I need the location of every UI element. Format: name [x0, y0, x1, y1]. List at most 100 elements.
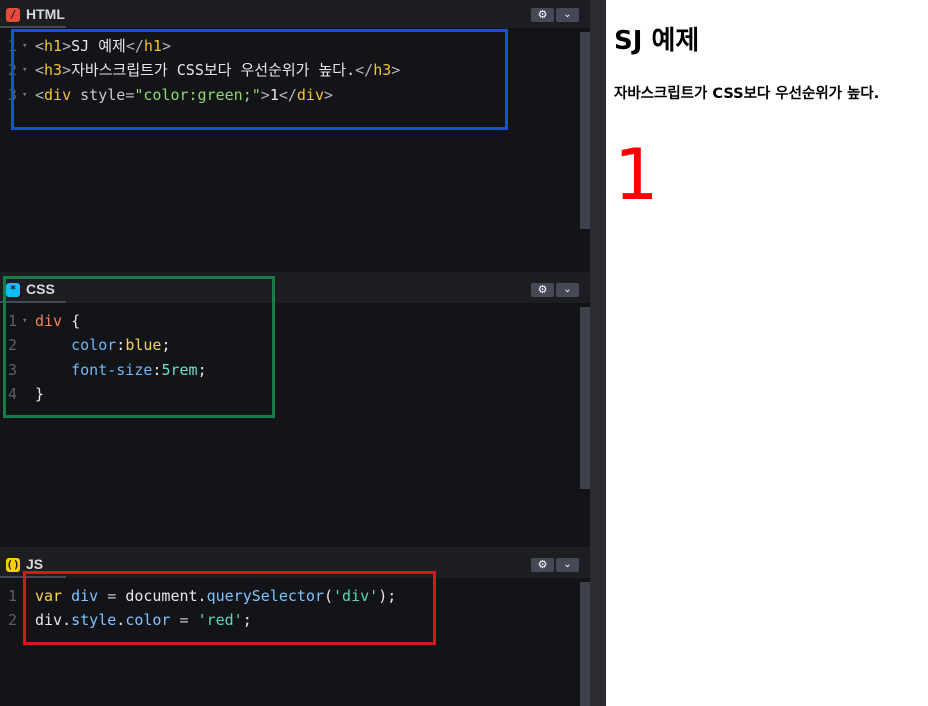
code-token: > [62, 37, 72, 55]
code-token: } [35, 385, 45, 404]
html-code-area[interactable]: 1 ▾ <h1>SJ 예제</h1> 2 ▾ <h3>자바스크립트가 CSS보다 우선순위… [0, 34, 580, 107]
line-number: 3 [8, 85, 18, 104]
code-editor: / HTML ⚙ ⌄ 1 ▾ <h1>SJ 예제</h1> 2 ▾ <h3>자바스크립트가… [0, 0, 606, 706]
code-text: <h3>자바스크립트가 CSS보다 우선순위가 높다.</h3> [22, 61, 400, 79]
html-pane-header: / HTML ⚙ ⌄ [0, 0, 590, 28]
css-settings-button[interactable]: ⚙ [531, 283, 554, 297]
code-token: </ [125, 37, 144, 55]
js-file-icon: () [6, 558, 20, 572]
code-token: h3 [373, 61, 392, 80]
code-token: "color:green;" [134, 85, 261, 104]
code-text: <div style="color:green;">1</div> [22, 86, 333, 104]
code-text: color:blue; [22, 336, 170, 354]
code-token: blue [125, 336, 162, 355]
code-token: 5rem [161, 360, 198, 379]
code-text: <h1>SJ 예제</h1> [22, 37, 171, 55]
code-token: querySelector [206, 587, 324, 605]
line-number: 1 [8, 37, 18, 55]
gear-icon: ⚙ [537, 283, 548, 296]
fold-arrow-icon[interactable]: ▾ [22, 58, 27, 82]
code-line[interactable]: 1 ▾ <h1>SJ 예제</h1> [0, 34, 580, 58]
code-line[interactable]: 2 color:blue; [0, 333, 580, 357]
code-token: font-size [71, 360, 153, 379]
preview-heading: SJ 예제 [614, 26, 700, 56]
code-line[interactable]: 3 font-size:5rem; [0, 358, 580, 382]
html-file-icon: / [6, 8, 20, 22]
preview-div: 1 [614, 134, 659, 216]
css-scrollbar[interactable] [580, 307, 590, 489]
code-text: font-size:5rem; [22, 360, 207, 379]
code-token: div [44, 85, 72, 104]
css-code-area[interactable]: 1 ▾ div {2 color:blue; 3 font-size:5rem; 4} [0, 309, 580, 407]
code-token: < [35, 61, 45, 80]
code-token: = [125, 85, 135, 104]
code-token: var [35, 587, 63, 605]
fold-arrow-icon[interactable]: ▾ [22, 83, 27, 107]
js-code-area[interactable]: 1 var div = document.querySelector('div')… [0, 584, 580, 633]
css-tab-underline [0, 301, 66, 303]
code-token: </ [355, 61, 374, 80]
code-token: div [35, 312, 63, 330]
code-token: style [71, 85, 126, 104]
code-token: color [71, 336, 117, 355]
js-pane-header: () JS ⚙ ⌄ [0, 550, 590, 578]
code-token: > [62, 61, 72, 80]
code-token: h1 [44, 37, 63, 55]
code-token: < [35, 37, 45, 55]
code-token: div. [35, 611, 72, 630]
code-text: div.style.color = 'red'; [22, 611, 252, 629]
pane-resize-handle[interactable] [590, 0, 606, 706]
code-token: 자바스크립트가 CSS보다 우선순위가 높다. [71, 61, 356, 80]
code-token: color [125, 611, 171, 630]
css-file-icon: * [6, 283, 20, 297]
html-tab-underline [0, 26, 66, 28]
code-line[interactable]: 4} [0, 382, 580, 406]
chevron-down-icon: ⌄ [563, 9, 572, 20]
gear-icon: ⚙ [537, 558, 548, 571]
line-number: 1 [8, 587, 18, 605]
code-text: div { [22, 312, 80, 330]
html-pane-title: HTML [26, 6, 65, 22]
js-scrollbar[interactable] [580, 582, 590, 706]
line-number: 2 [8, 611, 18, 630]
css-pane: * CSS ⚙ ⌄ 1 ▾ div {2 color:blue; 3 font-siz… [0, 275, 590, 547]
code-token: ; [197, 360, 207, 379]
fold-arrow-icon[interactable]: ▾ [22, 34, 27, 58]
code-line[interactable]: 1 ▾ div { [0, 309, 580, 333]
html-collapse-button[interactable]: ⌄ [556, 8, 579, 22]
chevron-down-icon: ⌄ [563, 559, 572, 570]
code-token: < [35, 85, 45, 104]
code-line[interactable]: 2 ▾ <h3>자바스크립트가 CSS보다 우선순위가 높다.</h3> [0, 58, 580, 82]
code-text: } [22, 385, 44, 403]
js-settings-button[interactable]: ⚙ [531, 558, 554, 572]
code-token: ; [242, 611, 252, 630]
code-line[interactable]: 2 div.style.color = 'red'; [0, 608, 580, 632]
code-token: div [71, 587, 99, 605]
code-token: = [170, 611, 198, 630]
code-token: h3 [44, 61, 63, 80]
code-line[interactable]: 1 var div = document.querySelector('div')… [0, 584, 580, 608]
html-settings-button[interactable]: ⚙ [531, 8, 554, 22]
css-collapse-button[interactable]: ⌄ [556, 283, 579, 297]
fold-arrow-icon[interactable]: ▾ [22, 309, 27, 333]
code-token: </ [278, 85, 297, 104]
js-tab-underline [0, 576, 66, 578]
js-pane: () JS ⚙ ⌄ 1 var div = document.querySelec… [0, 550, 590, 706]
line-number: 1 [8, 312, 18, 330]
css-pane-title: CSS [26, 281, 55, 297]
js-collapse-button[interactable]: ⌄ [556, 558, 579, 572]
preview-subheading: 자바스크립트가 CSS보다 우선순위가 높다. [614, 86, 880, 102]
code-line[interactable]: 3 ▾ <div style="color:green;">1</div> [0, 83, 580, 107]
code-token: { [62, 312, 81, 330]
code-token: > [161, 37, 171, 55]
code-token: ); [378, 587, 397, 605]
code-token: > [324, 85, 334, 104]
code-token: 'div' [333, 587, 379, 605]
code-token: > [391, 61, 401, 80]
html-scrollbar[interactable] [580, 32, 590, 229]
code-token: = [98, 587, 126, 605]
html-pane: / HTML ⚙ ⌄ 1 ▾ <h1>SJ 예제</h1> 2 ▾ <h3>자바스크립트가… [0, 0, 590, 272]
